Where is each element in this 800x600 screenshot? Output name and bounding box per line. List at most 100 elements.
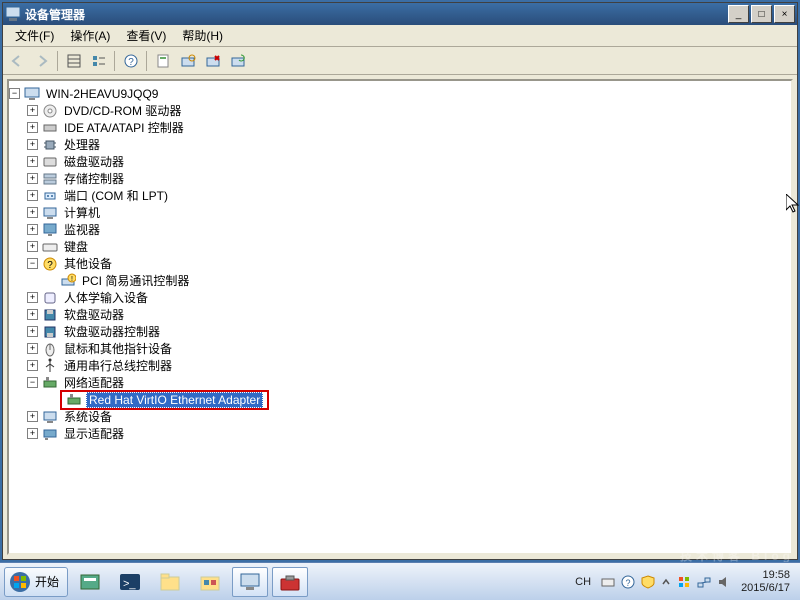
expand-icon[interactable]: + <box>27 241 38 252</box>
task-powershell[interactable]: >_ <box>112 567 148 597</box>
tray-keyboard-icon[interactable] <box>601 575 615 589</box>
computer-icon <box>42 205 58 221</box>
menu-file[interactable]: 文件(F) <box>7 25 62 46</box>
tree-node-ports[interactable]: +端口 (COM 和 LPT) <box>27 187 791 204</box>
task-apps-folder[interactable] <box>192 567 228 597</box>
svg-text:?: ? <box>128 57 134 68</box>
keyboard-icon <box>42 239 58 255</box>
tree-node-mouse[interactable]: +鼠标和其他指针设备 <box>27 340 791 357</box>
expand-icon[interactable]: + <box>27 122 38 133</box>
task-explorer[interactable] <box>152 567 188 597</box>
nic-icon <box>66 392 82 408</box>
tree-node-usb[interactable]: +通用串行总线控制器 <box>27 357 791 374</box>
language-indicator[interactable]: CH <box>575 576 591 588</box>
tree-node-disk[interactable]: +磁盘驱动器 <box>27 153 791 170</box>
toolbar-separator <box>57 51 58 71</box>
tree-node-storage[interactable]: +存储控制器 <box>27 170 791 187</box>
expand-icon[interactable]: + <box>27 224 38 235</box>
tray-volume-icon[interactable] <box>717 575 731 589</box>
expand-icon[interactable]: + <box>27 173 38 184</box>
expand-icon[interactable]: + <box>27 411 38 422</box>
svg-text:?: ? <box>47 260 53 271</box>
close-button[interactable]: × <box>774 5 795 23</box>
expand-icon[interactable]: + <box>27 326 38 337</box>
tree-node-floppyctrl[interactable]: +软盘驱动器控制器 <box>27 323 791 340</box>
window-title: 设备管理器 <box>25 6 726 23</box>
tree-node-cpu[interactable]: +处理器 <box>27 136 791 153</box>
maximize-button[interactable]: □ <box>751 5 772 23</box>
unknown-device-icon: ! <box>60 273 76 289</box>
tray-help-icon[interactable]: ? <box>621 575 635 589</box>
clock[interactable]: 19:58 2015/6/17 <box>741 569 790 595</box>
toolbar-separator <box>146 51 147 71</box>
expand-icon[interactable]: + <box>27 360 38 371</box>
tree-node-floppy[interactable]: +软盘驱动器 <box>27 306 791 323</box>
ide-icon <box>42 120 58 136</box>
task-device-manager[interactable] <box>232 567 268 597</box>
start-button[interactable]: 开始 <box>4 567 68 597</box>
tree-node-system[interactable]: +系统设备 <box>27 408 791 425</box>
tree-node-keyboard[interactable]: +键盘 <box>27 238 791 255</box>
expand-icon[interactable]: + <box>27 292 38 303</box>
tree-node-monitor[interactable]: +监视器 <box>27 221 791 238</box>
collapse-icon[interactable]: − <box>9 88 20 99</box>
update-driver-button[interactable] <box>226 50 249 72</box>
collapse-icon[interactable]: − <box>27 377 38 388</box>
storage-icon <box>42 171 58 187</box>
tree-node-computer[interactable]: +计算机 <box>27 204 791 221</box>
tree-node-display[interactable]: +显示适配器 <box>27 425 791 442</box>
disk-icon <box>42 154 58 170</box>
tray-flag-icon[interactable] <box>677 575 691 589</box>
minimize-button[interactable]: _ <box>728 5 749 23</box>
expand-icon[interactable]: + <box>27 156 38 167</box>
tree-node-other[interactable]: −?其他设备 <box>27 255 791 272</box>
expand-icon[interactable]: + <box>27 343 38 354</box>
tree-node-ide[interactable]: +IDE ATA/ATAPI 控制器 <box>27 119 791 136</box>
selected-device-label[interactable]: Red Hat VirtIO Ethernet Adapter <box>86 392 263 408</box>
expand-icon[interactable]: + <box>27 309 38 320</box>
highlight-annotation: Red Hat VirtIO Ethernet Adapter <box>60 390 269 410</box>
floppy-controller-icon <box>42 324 58 340</box>
list-view-button[interactable] <box>87 50 110 72</box>
cpu-icon <box>42 137 58 153</box>
forward-button <box>30 50 53 72</box>
expand-icon[interactable]: + <box>27 207 38 218</box>
task-toolbox[interactable] <box>272 567 308 597</box>
usb-icon <box>42 358 58 374</box>
help-button[interactable]: ? <box>119 50 142 72</box>
menu-action[interactable]: 操作(A) <box>62 25 118 46</box>
root-label[interactable]: WIN-2HEAVU9JQQ9 <box>44 87 160 101</box>
properties-button[interactable] <box>151 50 174 72</box>
uninstall-button[interactable] <box>201 50 224 72</box>
tree-view[interactable]: − WIN-2HEAVU9JQQ9 +DVD/CD-ROM 驱动器 +IDE A… <box>7 79 793 555</box>
menu-view[interactable]: 查看(V) <box>118 25 174 46</box>
expand-icon[interactable]: + <box>27 105 38 116</box>
start-label: 开始 <box>35 573 59 590</box>
tree-node-network[interactable]: −网络适配器 <box>27 374 791 391</box>
floppy-icon <box>42 307 58 323</box>
tree-root[interactable]: − WIN-2HEAVU9JQQ9 <box>9 85 791 102</box>
scan-hardware-button[interactable] <box>176 50 199 72</box>
tree-node-nic[interactable]: Red Hat VirtIO Ethernet Adapter <box>45 391 791 408</box>
tray-chevron-icon[interactable] <box>661 575 671 589</box>
svg-text:?: ? <box>626 578 631 588</box>
back-button <box>5 50 28 72</box>
expand-icon[interactable]: + <box>27 139 38 150</box>
tree-node-pci[interactable]: !PCI 简易通讯控制器 <box>45 272 791 289</box>
expand-icon[interactable]: + <box>27 428 38 439</box>
svg-text:!: ! <box>71 276 73 283</box>
expand-icon[interactable]: + <box>27 190 38 201</box>
monitor-icon <box>42 222 58 238</box>
menu-help[interactable]: 帮助(H) <box>174 25 231 46</box>
tray-network-icon[interactable] <box>697 575 711 589</box>
toolbar: ? <box>3 47 797 75</box>
tray-shield-icon[interactable] <box>641 575 655 589</box>
network-icon <box>42 375 58 391</box>
display-adapter-icon <box>42 426 58 442</box>
collapse-icon[interactable]: − <box>27 258 38 269</box>
details-view-button[interactable] <box>62 50 85 72</box>
tree-node-dvd[interactable]: +DVD/CD-ROM 驱动器 <box>27 102 791 119</box>
tree-node-hid[interactable]: +人体学输入设备 <box>27 289 791 306</box>
titlebar[interactable]: 设备管理器 _ □ × <box>3 3 797 25</box>
task-server-manager[interactable] <box>72 567 108 597</box>
